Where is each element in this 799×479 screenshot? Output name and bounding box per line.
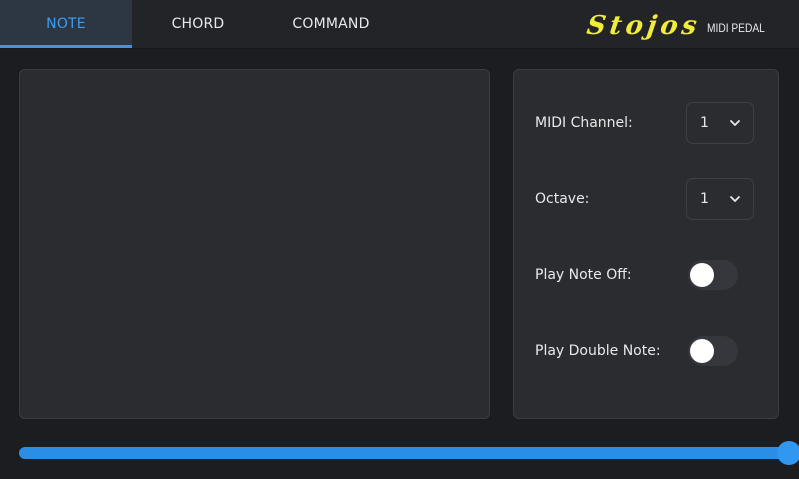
octave-row: Octave: 1: [535, 178, 754, 220]
octave-label: Octave:: [535, 191, 590, 207]
brand-logo: Stojos MIDI PEDAL: [585, 8, 775, 41]
tab-chord[interactable]: CHORD: [132, 0, 264, 48]
toggle-knob: [690, 263, 714, 287]
octave-select[interactable]: 1: [686, 178, 754, 220]
slider-fill: [19, 447, 789, 459]
tab-note[interactable]: NOTE: [0, 0, 132, 48]
play-note-off-row: Play Note Off:: [535, 254, 754, 296]
logo-subtitle: MIDI PEDAL: [706, 21, 765, 35]
toggle-knob: [690, 339, 714, 363]
play-double-note-toggle[interactable]: [688, 336, 738, 366]
chevron-down-icon: [730, 196, 740, 202]
chevron-down-icon: [730, 120, 740, 126]
settings-panel: MIDI Channel: 1 Octave: 1 Play Note Off:…: [513, 69, 779, 419]
play-note-off-label: Play Note Off:: [535, 267, 632, 283]
midi-channel-select[interactable]: 1: [686, 102, 754, 144]
slider-handle[interactable]: [777, 441, 799, 465]
play-double-note-label: Play Double Note:: [535, 343, 661, 359]
logo-script: Stojos: [585, 11, 704, 41]
tab-command[interactable]: COMMAND: [265, 0, 397, 48]
pedal-display-panel: [19, 69, 490, 419]
midi-channel-label: MIDI Channel:: [535, 115, 633, 131]
midi-channel-row: MIDI Channel: 1: [535, 102, 754, 144]
play-note-off-toggle[interactable]: [688, 260, 738, 290]
value-slider[interactable]: [19, 441, 799, 465]
top-nav-bar: NOTE CHORD COMMAND Stojos MIDI PEDAL: [0, 0, 799, 49]
octave-value: 1: [700, 191, 709, 207]
play-double-note-row: Play Double Note:: [535, 330, 754, 372]
midi-channel-value: 1: [700, 115, 709, 131]
